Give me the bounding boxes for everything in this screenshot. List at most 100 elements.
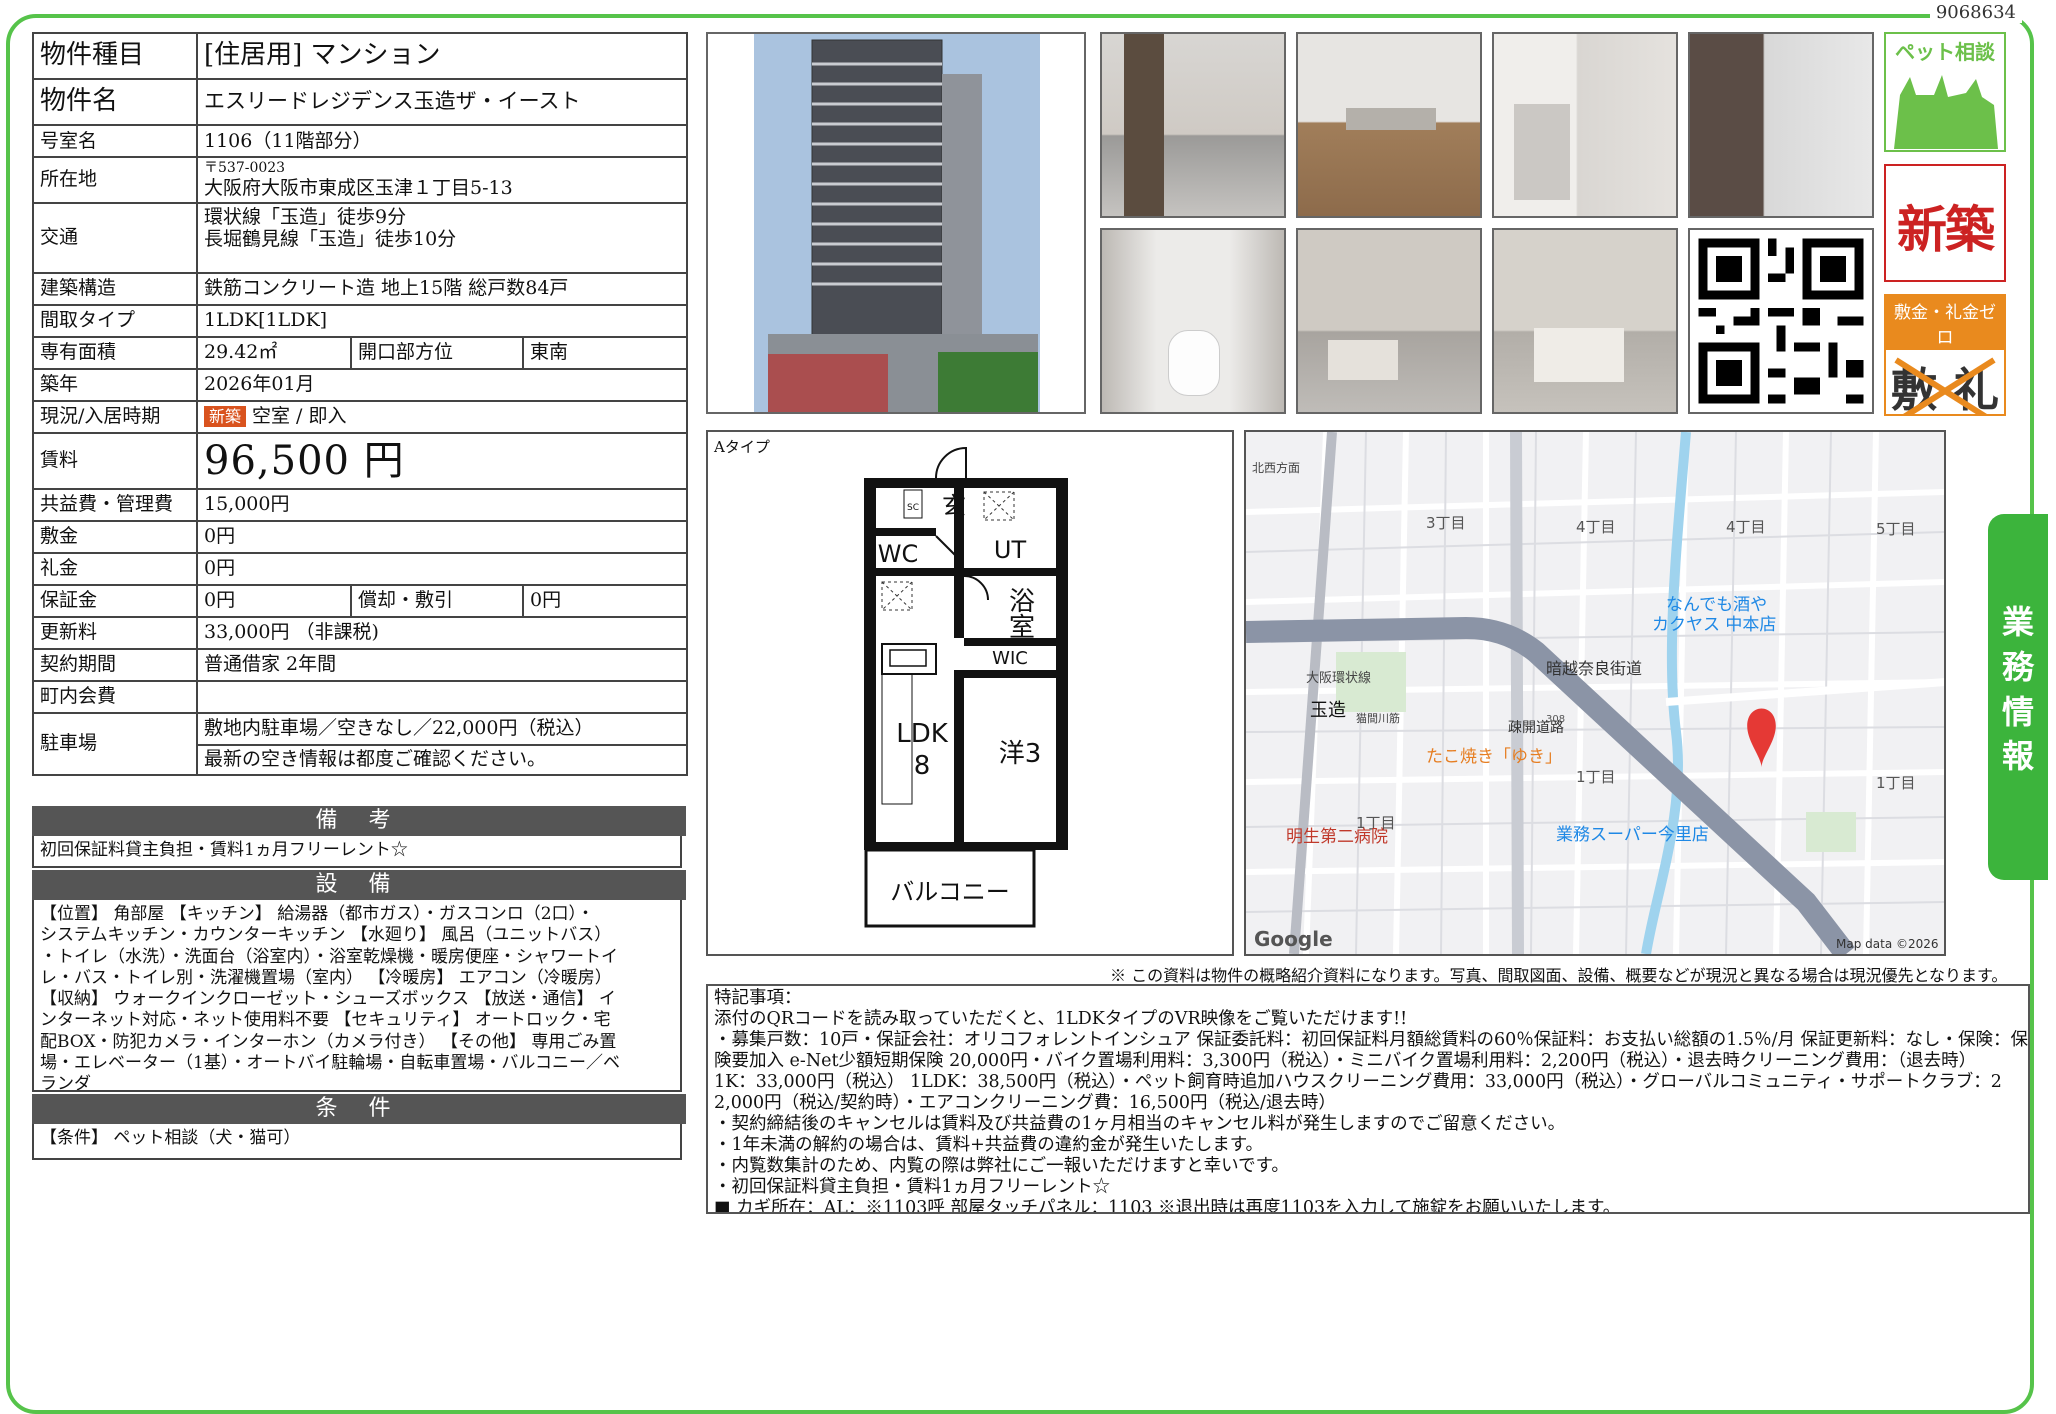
address-label: 所在地 <box>32 156 198 204</box>
equipment-line: 【位置】 角部屋 【キッチン】 給湯器（都市ガス）・ガスコンロ（2口）・ <box>40 904 595 924</box>
mgmt-label: 共益費・管理費 <box>32 487 198 522</box>
status-value: 空室 / 即入 <box>252 405 347 428</box>
room-value: 1106（11階部分） <box>195 124 689 158</box>
map-chome4a: 4丁目 <box>1576 518 1616 536</box>
equipment-text: 【位置】 角部屋 【キッチン】 給湯器（都市ガス）・ガスコンロ（2口）・ システム… <box>32 900 682 1092</box>
renewal-label: 更新料 <box>32 615 198 650</box>
side-tab-char-4: 報 <box>2001 737 2034 776</box>
contract-value: 普通借家 2年間 <box>195 647 689 682</box>
living-photo-1 <box>1296 228 1482 414</box>
transport-line-1: 環状線「玉造」徒歩9分 <box>204 205 407 228</box>
balcony-label: バルコニー <box>890 878 1010 906</box>
name-label: 物件名 <box>32 78 198 126</box>
address-value: 大阪府大阪市東成区玉津１丁目5-13 <box>204 176 513 199</box>
town-fee-value <box>195 679 689 714</box>
map-chome5: 5丁目 <box>1876 520 1916 538</box>
area-value: 29.42㎡ <box>196 335 352 370</box>
zero-deposit-title: 敷金・礼金ゼロ <box>1886 296 2004 350</box>
ldk-size-label: 8 <box>914 751 931 781</box>
new-build-badge: 新築 <box>204 406 247 428</box>
ut-label: UT <box>994 536 1027 564</box>
parking-line-2: 最新の空き情報は都度ご確認ください。 <box>195 743 689 776</box>
map-nande-2: カクヤス 中本店 <box>1652 615 1776 635</box>
equipment-header: 設 備 <box>32 870 686 900</box>
location-map[interactable]: 3丁目 4丁目 4丁目 5丁目 1丁目 1丁目 1丁目 明生第二病院 業務スーパ… <box>1244 430 1946 956</box>
living-photo-2 <box>1492 228 1678 414</box>
map-kuragoe: 暗越奈良街道 <box>1546 659 1642 678</box>
key-money-value: 0円 <box>195 551 689 586</box>
business-info-tab[interactable]: 業 務 情 報 <box>1988 514 2048 880</box>
map-osaka-loop: 大阪環状線 <box>1306 670 1371 686</box>
western-room-label: 洋3 <box>999 739 1042 769</box>
guarantee-label: 保証金 <box>32 583 198 618</box>
rent-label: 賃料 <box>32 431 198 490</box>
built-value: 2026年01月 <box>195 367 689 402</box>
parking-line-1: 敷地内駐車場／空きなし／22,000円（税込） <box>195 711 689 746</box>
renewal-value: 33,000円 （非課税) <box>195 615 689 650</box>
dog-cat-icon <box>1894 75 1998 149</box>
special-note-line: 添付のQRコードを読み取っていただくと、1LDKタイプのVR映像をご覧いただけま… <box>714 1009 1408 1029</box>
direction-label: 開口部方位 <box>350 335 524 370</box>
pet-allowed-badge: ペット相談 <box>1884 32 2006 152</box>
special-note-line: ・初回保証料貸主負担・賃料1ヵ月フリーレント☆ <box>714 1177 1111 1197</box>
status-label: 現況/入居時期 <box>32 399 198 434</box>
remarks-text: 初回保証料貸主負担・賃料1ヵ月フリーレント☆ <box>32 836 682 868</box>
area-label: 専有面積 <box>32 335 198 370</box>
contract-label: 契約期間 <box>32 647 198 682</box>
pet-badge-text: ペット相談 <box>1895 40 1995 64</box>
new-build-badge-text: 新築 <box>1897 201 1995 259</box>
equipment-line: ランダ <box>40 1074 91 1092</box>
conditions-header: 条 件 <box>32 1094 686 1124</box>
ldk-label: LDK <box>896 719 949 749</box>
map-hospital: 明生第二病院 <box>1286 827 1388 847</box>
amortization-label: 償却・敷引 <box>350 583 524 618</box>
map-drawing: 3丁目 4丁目 4丁目 5丁目 1丁目 1丁目 1丁目 明生第二病院 業務スーパ… <box>1246 432 1944 954</box>
built-label: 築年 <box>32 367 198 402</box>
mgmt-value: 15,000円 <box>195 487 689 522</box>
toilet-photo <box>1100 228 1286 414</box>
floor-plan: Aタイプ SC 玄 WC UT 浴 室 WIC LDK 8 洋3 バルコニー <box>706 430 1234 956</box>
map-kitamuki: 北西方面 <box>1252 460 1300 475</box>
special-note-line: 特記事項： <box>714 988 802 1008</box>
special-note-line: 1K：33,000円（税込） 1LDK：38,500円（税込）・ペット飼育時追加… <box>714 1072 2002 1092</box>
map-chome1c: 1丁目 <box>1876 774 1916 792</box>
building-exterior-photo <box>706 32 1086 414</box>
special-note-line: ・契約締結後のキャンセルは賃料及び共益費の1ヶ月相当のキャンセル料が発生しますの… <box>714 1114 1566 1134</box>
side-tab-char-3: 情 <box>2001 692 2034 731</box>
map-tamatsukuri: 玉造 <box>1310 700 1346 721</box>
vr-qr-code[interactable] <box>1688 228 1874 414</box>
sc-label: SC <box>907 503 919 513</box>
equipment-line: システムキッチン・カウンターキッチン 【水廻り】 風呂（ユニットバス） <box>40 925 612 946</box>
zero-deposit-badge: 敷金・礼金ゼロ 敷 礼 <box>1884 294 2006 416</box>
postal-code: 〒537-0023 <box>204 160 286 176</box>
map-street: 疎開道路 <box>1508 720 1564 736</box>
deposit-label: 敷金 <box>32 519 198 554</box>
amortization-value: 0円 <box>521 583 689 618</box>
map-hakuba: 猫間川筋 <box>1356 711 1400 725</box>
deposit-value: 0円 <box>195 519 689 554</box>
map-data-credit: Map data ©2026 <box>1836 937 1939 951</box>
entrance-label: 玄 <box>942 492 966 520</box>
name-value: エスリードレジデンス玉造ザ・イースト <box>195 78 689 126</box>
special-note-line: ・内覧数集計のため、内覧の際は弊社にご一報いただけますと幸いです。 <box>714 1156 1289 1176</box>
map-super: 業務スーパー今里店 <box>1556 825 1709 845</box>
room-label: 号室名 <box>32 124 198 158</box>
side-tab-char-1: 業 <box>2001 603 2034 641</box>
equipment-line: ンターネット対応・ネット使用料不要 【セキュリティ】 オートロック・宅 <box>40 1010 611 1031</box>
side-tab-char-2: 務 <box>2001 647 2034 686</box>
bath-label-2: 室 <box>1009 613 1035 643</box>
guarantee-value: 0円 <box>196 583 352 618</box>
map-nande-1: なんでも酒や <box>1666 595 1767 615</box>
bathroom-photo <box>1688 32 1874 218</box>
equipment-line: 配BOX・防犯カメラ・インターホン（カメラ付き） 【その他】 専用ごみ置 <box>40 1031 617 1052</box>
special-note-line: 険要加入 e-Net少額短期保険 20,000円・バイク置場利用料：3,300円… <box>714 1051 1977 1071</box>
floor-plan-drawing: SC 玄 WC UT 浴 室 WIC LDK 8 洋3 バルコニー <box>864 446 1068 928</box>
structure-label: 建築構造 <box>32 271 198 306</box>
cross-out-icon <box>1894 357 1996 414</box>
wic-label: WIC <box>992 648 1028 669</box>
transport-line-2: 長堀鶴見線「玉造」徒歩10分 <box>204 228 457 251</box>
special-notes: 特記事項： 添付のQRコードを読み取っていただくと、1LDKタイプのVR映像をご覧… <box>706 984 2030 1214</box>
special-note-line: ・募集戸数：10戸・保証会社：オリコフォレントインシュア 保証委託料：初回保証料… <box>714 1030 2029 1050</box>
wc-label: WC <box>878 540 919 568</box>
property-info-table: 物件種目 [住居用] マンション 物件名 エスリードレジデンス玉造ザ・イースト 号室… <box>32 32 689 776</box>
